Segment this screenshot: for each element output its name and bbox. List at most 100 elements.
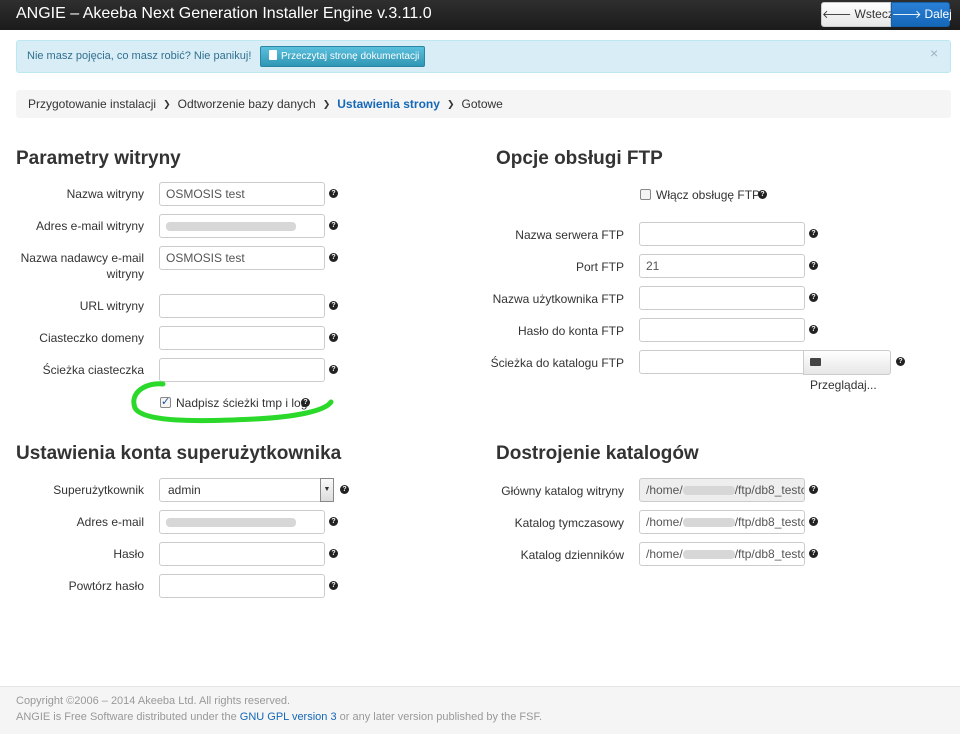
chevron-down-icon[interactable]: ▼ — [320, 478, 334, 502]
ftp-dir-label: Ścieżka do katalogu FTP — [490, 356, 624, 370]
license-prefix: ANGIE is Free Software distributed under… — [16, 711, 237, 723]
app-title: ANGIE – Akeeba Next Generation Installer… — [16, 5, 432, 22]
ftp-password-label: Hasło do konta FTP — [517, 324, 624, 338]
superuser-label: Superużytkownik — [53, 483, 144, 497]
help-icon[interactable]: ? — [809, 261, 818, 270]
book-icon — [269, 50, 277, 60]
site-email-label: Adres e-mail witryny — [35, 219, 144, 233]
logs-dir-label: Katalog dzienników — [520, 548, 624, 562]
next-button[interactable]: 🡒 Dalej — [891, 2, 952, 27]
logs-dir-input[interactable]: /home/ /ftp/db8_testc — [639, 542, 805, 566]
back-button-label: Wstecz — [854, 7, 894, 21]
cookie-domain-input[interactable] — [159, 326, 325, 350]
next-button-label: Dalej — [924, 7, 952, 21]
password-repeat-label: Powtórz hasło — [68, 579, 144, 593]
alert-message: Nie masz pojęcia, co masz robić? Nie pan… — [27, 50, 252, 62]
ftp-password-input[interactable] — [639, 318, 805, 342]
help-icon[interactable]: ? — [809, 325, 818, 334]
superuser-heading: Ustawienia konta superużytkownika — [16, 443, 342, 464]
top-navbar: ANGIE – Akeeba Next Generation Installer… — [0, 0, 960, 30]
ftp-dir-input[interactable] — [639, 350, 805, 374]
ftp-heading: Opcje obsługi FTP — [496, 148, 663, 169]
chevron-right-icon: ❯ — [322, 99, 331, 109]
breadcrumb-step-finished: Gotowe — [461, 97, 503, 111]
help-icon[interactable]: ? — [809, 517, 818, 526]
path-prefix: /home/ — [646, 547, 683, 561]
help-icon[interactable]: ? — [329, 221, 338, 230]
ftp-port-input[interactable]: 21 — [639, 254, 805, 278]
chevron-right-icon: ❯ — [446, 99, 455, 109]
gpl-link[interactable]: GNU GPL version 3 — [240, 711, 337, 723]
site-name-input[interactable]: OSMOSIS test — [159, 182, 325, 206]
ftp-username-input[interactable] — [639, 286, 805, 310]
cookie-domain-label: Ciasteczko domeny — [39, 331, 144, 345]
ftp-server-input[interactable] — [639, 222, 805, 246]
arrow-right-icon: 🡒 — [892, 9, 922, 21]
read-documentation-label: Przeczytaj stronę dokumentacji — [281, 51, 420, 62]
back-button[interactable]: 🡐 Wstecz — [821, 2, 894, 27]
breadcrumb-step-site-setup: Ustawienia strony — [337, 97, 440, 111]
help-icon[interactable]: ? — [329, 301, 338, 310]
breadcrumb: Przygotowanie instalacji ❯ Odtworzenie baz… — [16, 90, 951, 118]
cookie-path-label: Ścieżka ciasteczka — [42, 363, 144, 377]
sender-name-label: Nazwa nadawcy e-mail witryny — [20, 251, 144, 281]
superuser-select[interactable]: admin ▼ — [159, 478, 334, 502]
site-params-heading: Parametry witryny — [16, 148, 181, 169]
read-documentation-button[interactable]: Przeczytaj stronę dokumentacji — [260, 46, 425, 67]
enable-ftp-label: Włącz obsługę FTP — [656, 188, 761, 202]
password-repeat-input[interactable] — [159, 574, 325, 598]
path-suffix: /ftp/db8_testc — [734, 547, 805, 561]
footer-copyright: Copyright ©2006 – 2014 Akeeba Ltd. All r… — [16, 695, 291, 707]
help-icon[interactable]: ? — [809, 293, 818, 302]
info-alert: Nie masz pojęcia, co masz robić? Nie pan… — [16, 40, 951, 73]
arrow-left-icon: 🡐 — [822, 9, 852, 21]
help-icon[interactable]: ? — [896, 357, 905, 366]
folder-open-icon — [810, 358, 821, 366]
path-prefix: /home/ — [646, 515, 683, 529]
close-icon[interactable]: × — [930, 45, 938, 61]
footer-license: ANGIE is Free Software distributed under… — [16, 711, 542, 723]
path-suffix: /ftp/db8_testc — [734, 483, 805, 497]
help-icon[interactable]: ? — [329, 549, 338, 558]
site-email-input[interactable] — [159, 214, 325, 238]
help-icon[interactable]: ? — [340, 485, 349, 494]
site-name-label: Nazwa witryny — [66, 187, 144, 201]
site-url-label: URL witryny — [79, 299, 144, 313]
tmp-dir-input[interactable]: /home/ /ftp/db8_testc — [639, 510, 805, 534]
breadcrumb-step-prepare: Przygotowanie instalacji — [28, 97, 157, 111]
root-dir-input[interactable]: /home/ /ftp/db8_testc — [639, 478, 805, 502]
help-icon[interactable]: ? — [329, 333, 338, 342]
ftp-server-label: Nazwa serwera FTP — [515, 228, 624, 242]
superuser-email-input[interactable] — [159, 510, 325, 534]
help-icon[interactable]: ? — [809, 549, 818, 558]
ftp-port-label: Port FTP — [575, 260, 624, 274]
superuser-email-label: Adres e-mail — [76, 515, 144, 529]
path-prefix: /home/ — [646, 483, 683, 497]
superuser-select-value: admin — [168, 483, 201, 497]
help-icon[interactable]: ? — [809, 485, 818, 494]
help-icon[interactable]: ? — [758, 190, 767, 199]
green-annotation-mark — [131, 381, 334, 424]
license-suffix: or any later version published by the FS… — [339, 711, 543, 723]
dirs-heading: Dostrojenie katalogów — [496, 443, 699, 464]
breadcrumb-step-database: Odtworzenie bazy danych — [177, 97, 316, 111]
help-icon[interactable]: ? — [329, 581, 338, 590]
tmp-dir-label: Katalog tymczasowy — [514, 516, 624, 530]
footer: Copyright ©2006 – 2014 Akeeba Ltd. All r… — [0, 686, 960, 734]
help-icon[interactable]: ? — [329, 253, 338, 262]
help-icon[interactable]: ? — [329, 189, 338, 198]
help-icon[interactable]: ? — [329, 365, 338, 374]
site-url-input[interactable] — [159, 294, 325, 318]
root-dir-label: Główny katalog witryny — [501, 484, 624, 498]
password-input[interactable] — [159, 542, 325, 566]
ftp-browse-label: Przeglądaj... — [810, 378, 877, 392]
ftp-browse-button[interactable]: Przeglądaj... — [803, 350, 891, 392]
ftp-username-label: Nazwa użytkownika FTP — [492, 292, 624, 306]
enable-ftp-checkbox[interactable] — [640, 189, 651, 200]
chevron-right-icon: ❯ — [163, 99, 171, 109]
path-suffix: /ftp/db8_testc — [734, 515, 805, 529]
help-icon[interactable]: ? — [809, 229, 818, 238]
sender-name-input[interactable]: OSMOSIS test — [159, 246, 325, 270]
help-icon[interactable]: ? — [329, 517, 338, 526]
password-label: Hasło — [113, 547, 144, 561]
